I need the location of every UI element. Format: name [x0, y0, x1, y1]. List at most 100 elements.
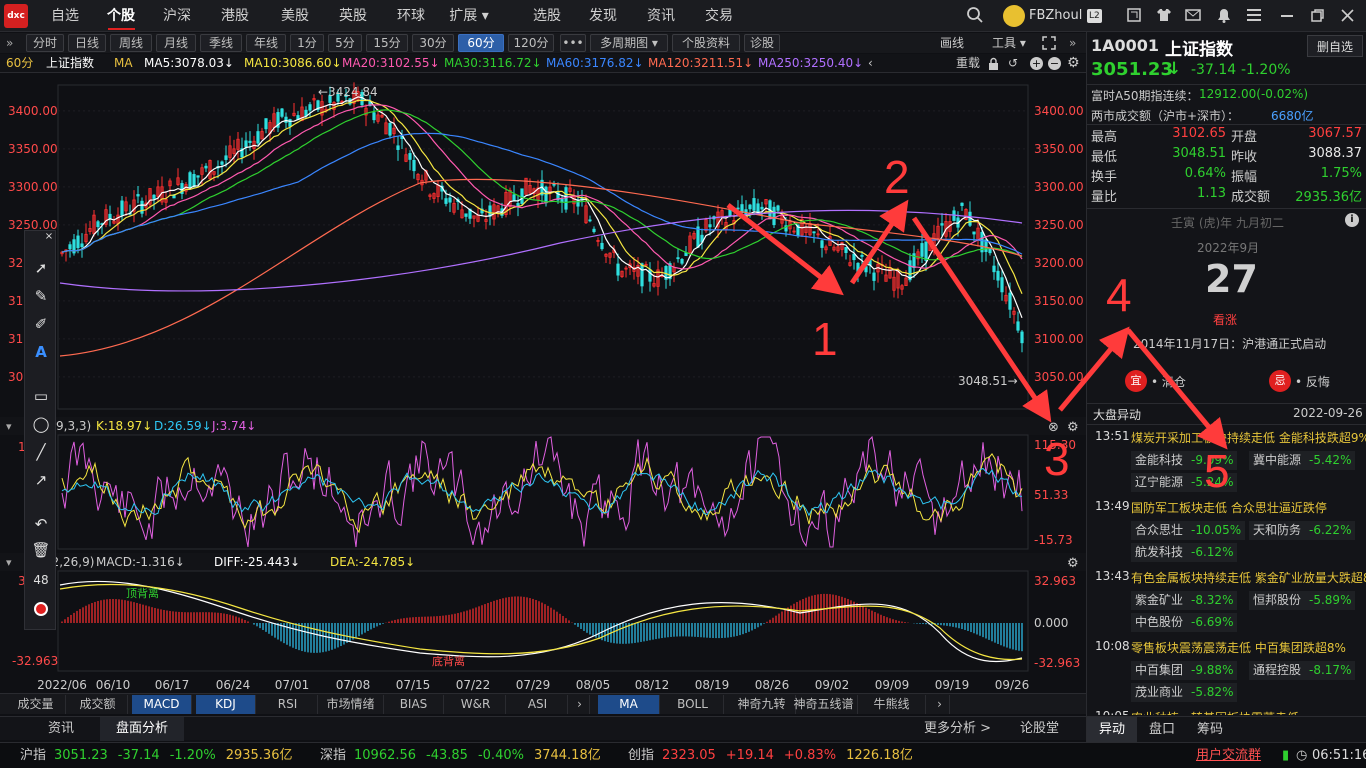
alert-stock[interactable]: 中百集团 -9.88% — [1131, 661, 1238, 680]
menu-item-7[interactable]: 扩展 ▾ — [442, 0, 496, 32]
period-button-4[interactable]: 季线 — [200, 34, 242, 52]
alert-headline[interactable]: 有色金属板块持续走低 紫金矿业放量大跌超8% — [1131, 569, 1366, 586]
arrow-icon[interactable]: ↗ — [30, 469, 52, 491]
expand-right-icon[interactable]: » — [1069, 33, 1076, 53]
overlay-tab-1[interactable]: BOLL — [662, 695, 724, 714]
alert-stock[interactable]: 航发科技 -6.12% — [1131, 543, 1238, 562]
menu-item-8[interactable]: 选股 — [520, 0, 574, 32]
alert-stock[interactable]: 茂业商业 -5.82% — [1131, 683, 1238, 702]
tab-alerts[interactable]: 异动 — [1087, 717, 1137, 743]
tab-news[interactable]: 资讯 — [48, 717, 74, 741]
undo-draw-icon[interactable]: ↶ — [30, 513, 52, 535]
close-icon[interactable] — [1341, 9, 1354, 25]
period-button-6[interactable]: 1分 — [290, 34, 324, 52]
fullscreen-icon[interactable] — [1042, 36, 1056, 53]
marker-icon[interactable]: ✐ — [30, 313, 52, 335]
indicator-tab-8[interactable]: ASI — [508, 695, 568, 714]
alert-stock[interactable]: 天和防务 -6.22% — [1249, 521, 1356, 540]
search-icon[interactable] — [966, 6, 984, 24]
cursor-icon[interactable]: ➚ — [30, 257, 52, 279]
delete-watchlist-button[interactable]: 删自选 — [1307, 35, 1363, 57]
menu-item-3[interactable]: 港股 — [208, 0, 262, 32]
period-button-5[interactable]: 年线 — [246, 34, 286, 52]
period-button-3[interactable]: 月线 — [156, 34, 196, 52]
period-button-12[interactable]: ••• — [560, 34, 586, 52]
screenshot-icon[interactable] — [1127, 8, 1141, 25]
menu-item-1[interactable]: 个股 — [94, 0, 148, 32]
indicator-tab-5[interactable]: 市场情绪 — [318, 695, 384, 714]
period-button-11[interactable]: 120分 — [508, 34, 554, 52]
tools-button[interactable]: 工具 ▾ — [992, 33, 1026, 53]
period-button-10[interactable]: 60分 — [458, 34, 504, 52]
menu-item-6[interactable]: 环球 — [384, 0, 438, 32]
alert-stock[interactable]: 恒邦股份 -5.89% — [1249, 591, 1356, 610]
tab-orderbook[interactable]: 盘口 — [1139, 717, 1185, 743]
forum-link[interactable]: 论股堂 — [1020, 717, 1059, 741]
alert-headline[interactable]: 零售板块震荡震荡走低 中百集团跌超8% — [1131, 639, 1346, 656]
status-index[interactable]: 创指 2323.05 +19.14 +0.83% 1226.18亿 — [628, 743, 913, 768]
tab-market-analysis[interactable]: 盘面分析 — [100, 717, 184, 741]
indicator-tab-6[interactable]: BIAS — [384, 695, 444, 714]
community-link[interactable]: 用户交流群 — [1196, 743, 1261, 768]
draw-line-button[interactable]: 画线 — [940, 33, 964, 53]
ellipse-icon[interactable]: ◯ — [30, 413, 52, 435]
menu-item-2[interactable]: 沪深 — [150, 0, 204, 32]
alert-stock[interactable]: 通程控股 -8.17% — [1249, 661, 1356, 680]
info-icon[interactable]: i — [1345, 213, 1359, 227]
alert-headline[interactable]: 煤炭开采加工板块持续走低 金能科技跌超9% — [1131, 429, 1366, 446]
record-icon[interactable] — [30, 597, 52, 619]
undo-icon[interactable]: ↺ — [1008, 54, 1018, 73]
overlay-tab-4[interactable]: 牛熊线 — [858, 695, 926, 714]
menu-icon[interactable] — [1247, 9, 1261, 24]
tabs-scroll-icon[interactable]: › — [570, 695, 590, 714]
alert-stock[interactable]: 紫金矿业 -8.32% — [1131, 591, 1238, 610]
period-button-14[interactable]: 个股资料 — [672, 34, 740, 52]
reload-button[interactable]: 重载 — [956, 54, 980, 73]
line-icon[interactable]: ╱ — [30, 441, 52, 463]
username[interactable]: FBZhoul — [1029, 0, 1082, 32]
collapse-icon[interactable]: » — [6, 33, 13, 53]
macd-settings-icon[interactable]: ⚙ — [1067, 556, 1079, 571]
alert-stock[interactable]: 中色股份 -6.69% — [1131, 613, 1238, 632]
add-icon[interactable]: + — [1030, 57, 1043, 70]
alert-headline[interactable]: 农业种植、转基因板块震荡走低 — [1131, 709, 1299, 715]
mail-icon[interactable] — [1185, 9, 1201, 24]
more-analysis-link[interactable]: 更多分析 > — [924, 717, 991, 741]
rectangle-icon[interactable]: ▭ — [30, 385, 52, 407]
skin-icon[interactable] — [1156, 8, 1172, 25]
period-button-9[interactable]: 30分 — [412, 34, 454, 52]
trash-icon[interactable]: 🗑 — [30, 539, 52, 561]
status-index[interactable]: 沪指 3051.23 -37.14 -1.20% 2935.36亿 — [20, 743, 292, 768]
bell-icon[interactable] — [1217, 8, 1231, 26]
indicator-tab-3[interactable]: KDJ — [196, 695, 256, 714]
menu-item-4[interactable]: 美股 — [268, 0, 322, 32]
indicator-tab-2[interactable]: MACD — [132, 695, 192, 714]
prev-arrow-icon[interactable]: ‹ — [868, 54, 873, 73]
kdj-collapse-icon[interactable]: ▾ — [6, 420, 12, 433]
settings-icon[interactable]: ⚙ — [1067, 54, 1080, 73]
period-button-7[interactable]: 5分 — [328, 34, 362, 52]
period-button-13[interactable]: 多周期图 ▾ — [590, 34, 668, 52]
overlay-scroll-icon[interactable]: › — [930, 695, 950, 714]
alert-stock[interactable]: 合众思壮 -10.05% — [1131, 521, 1246, 540]
brush-icon[interactable]: ✎ — [30, 285, 52, 307]
remove-icon[interactable]: − — [1048, 57, 1061, 70]
indicator-tab-1[interactable]: 成交额 — [68, 695, 128, 714]
period-button-0[interactable]: 分时 — [26, 34, 64, 52]
indicator-tab-4[interactable]: RSI — [258, 695, 318, 714]
menu-item-5[interactable]: 英股 — [326, 0, 380, 32]
menu-item-9[interactable]: 发现 — [576, 0, 630, 32]
period-button-2[interactable]: 周线 — [110, 34, 152, 52]
period-button-1[interactable]: 日线 — [68, 34, 106, 52]
period-button-15[interactable]: 诊股 — [744, 34, 780, 52]
status-index[interactable]: 深指 10962.56 -43.85 -0.40% 3744.18亿 — [320, 743, 601, 768]
maximize-icon[interactable] — [1311, 9, 1324, 25]
indicator-tab-0[interactable]: 成交量 — [6, 695, 66, 714]
palette-close-icon[interactable]: × — [43, 231, 55, 243]
avatar[interactable] — [1003, 5, 1025, 27]
overlay-tab-2[interactable]: 神奇九转 — [728, 695, 796, 714]
chart-area[interactable]: 3400.003400.003350.003350.003300.003300.… — [0, 73, 1086, 693]
macd-collapse-icon[interactable]: ▾ — [6, 556, 12, 569]
menu-item-11[interactable]: 交易 — [692, 0, 746, 32]
text-tool-icon[interactable]: A — [30, 341, 52, 363]
